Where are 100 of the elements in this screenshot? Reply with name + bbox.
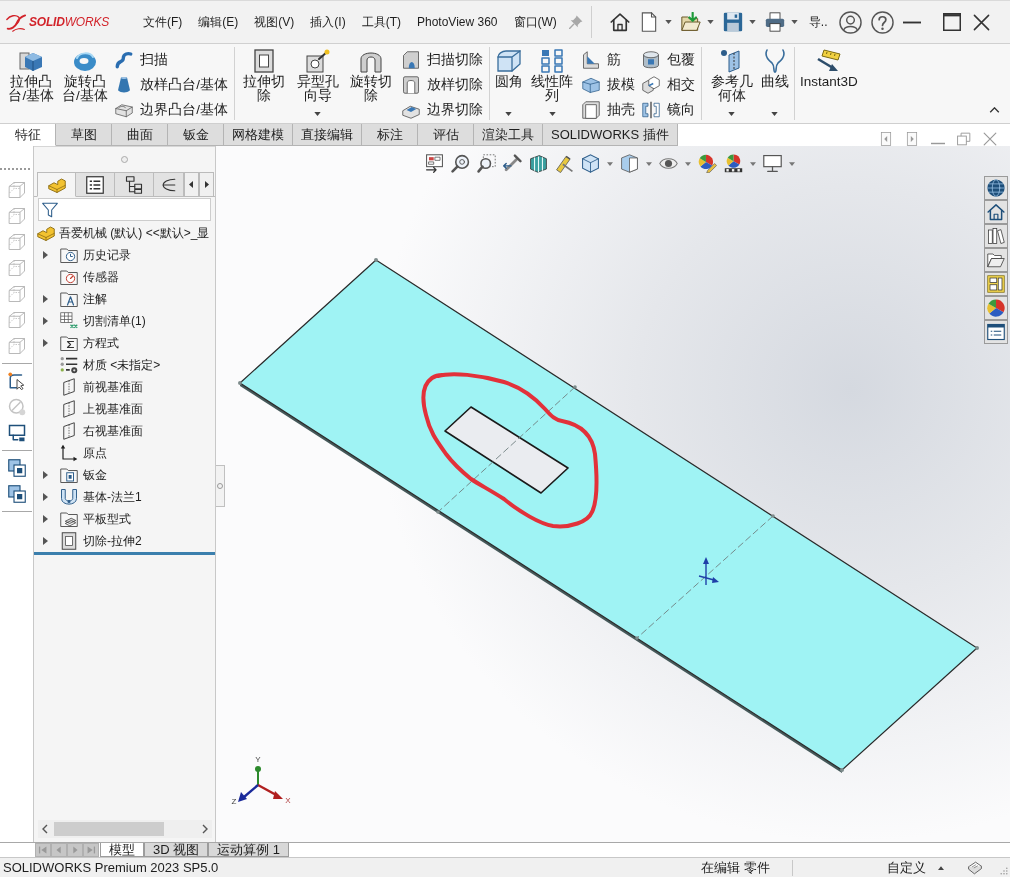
ribbon-button[interactable]: 旋转切除 [345,46,398,121]
dropdown-caret-icon[interactable] [505,112,513,116]
sketch-cursor-icon[interactable] [7,372,26,390]
open-folder-icon[interactable] [984,248,1008,272]
tree-item[interactable]: 传感器 [34,266,215,288]
expand-arrow-icon[interactable] [43,493,48,501]
striped-block-icon[interactable] [529,154,548,173]
ribbon-button[interactable]: 边界切除 [398,97,486,122]
close-icon[interactable] [973,13,990,31]
resize-grip-icon[interactable] [1000,867,1008,875]
tree-item[interactable]: 前视基准面 [34,376,215,398]
ribbon-button[interactable]: 边界凸台/基体 [112,97,231,122]
command-tab[interactable]: 网格建模 [224,124,293,146]
tree-item[interactable]: 方程式 [34,332,215,354]
tree-item[interactable]: 材质 <未指定> [34,354,215,376]
tree-item[interactable]: 注解 [34,288,215,310]
tree-item[interactable]: 平板型式 [34,508,215,530]
expand-arrow-icon[interactable] [43,317,48,325]
folder-arrow-icon[interactable] [680,12,701,32]
dropdown-caret-icon[interactable] [706,20,714,24]
globe-icon[interactable] [984,176,1008,200]
tree-item[interactable]: 切割清单(1) [34,310,215,332]
overflow-button[interactable]: 导.. [806,13,830,31]
splitter-handle[interactable] [216,465,225,507]
save-icon[interactable] [722,12,743,32]
ribbon-button[interactable]: 放样凸台/基体 [112,72,231,97]
window-arrow-icon[interactable] [425,154,444,173]
dropdown-caret-icon[interactable] [607,161,613,166]
expand-arrow-icon[interactable] [43,471,48,479]
tree-item[interactable]: 吾爱机械 (默认) <<默认>_显 [34,222,215,244]
maximize-icon[interactable] [943,13,961,31]
books-icon[interactable] [984,224,1008,248]
command-tab[interactable]: 标注 [362,124,418,146]
dropdown-caret-icon[interactable] [748,20,756,24]
magnifier-box-icon[interactable] [477,154,496,173]
list-window-icon[interactable] [984,320,1008,344]
monitor-icon[interactable] [763,154,782,173]
tree-item[interactable]: 上视基准面 [34,398,215,420]
ribbon-button[interactable]: 筋 [579,47,639,72]
home-icon[interactable] [984,200,1008,224]
minimize-icon[interactable] [903,20,921,24]
menu-item[interactable]: 编辑(E) [190,9,247,35]
ribbon-button[interactable]: 曲线 [758,46,791,121]
tile-left-icon[interactable] [879,132,893,146]
pencil-ruler-icon[interactable] [555,154,574,173]
grip-dot-icon[interactable] [121,156,128,163]
menu-item[interactable]: 文件(F) [135,9,191,35]
filter-field[interactable] [38,198,211,221]
shaded-cube-icon[interactable] [620,154,639,173]
ribbon-button[interactable]: 扫描切除 [398,47,486,72]
tilted-box-icon[interactable] [968,860,982,875]
expand-arrow-icon[interactable] [43,515,48,523]
ribbon-button[interactable]: 包覆 [639,47,699,72]
layout-grid-icon[interactable] [984,272,1008,296]
tile-right-icon[interactable] [905,132,919,146]
magnifier-icon[interactable] [451,154,470,173]
command-tab[interactable]: 草图 [56,124,112,146]
ribbon-button[interactable]: 扫描 [112,47,231,72]
tree-item[interactable]: 基体-法兰1 [34,486,215,508]
dropdown-caret-icon[interactable] [548,112,556,116]
menu-item[interactable]: 插入(I) [302,9,354,35]
user-icon[interactable] [838,10,862,34]
up-caret-icon[interactable] [938,865,944,870]
expand-arrow-icon[interactable] [43,251,48,259]
collapse-caret-icon[interactable] [989,107,1000,113]
stacked-squares-icon[interactable] [7,485,26,503]
view-tab[interactable]: 模型 [100,843,144,857]
panel-tab[interactable] [76,172,115,197]
dropdown-caret-icon[interactable] [728,112,736,116]
tree-item[interactable]: 右视基准面 [34,420,215,442]
menu-item[interactable]: 工具(T) [353,9,409,35]
command-tab[interactable]: 直接编辑 [293,124,362,146]
ribbon-button[interactable]: 镜向 [639,97,699,122]
home-icon[interactable] [609,12,630,32]
tree-item[interactable]: 原点 [34,442,215,464]
cube-outline-icon[interactable] [581,154,600,173]
ribbon-button[interactable]: 圆角 [492,46,525,121]
ribbon-button[interactable]: 拉伸切除 [237,46,291,121]
command-tab[interactable]: 曲面 [112,124,168,146]
tree-item[interactable]: 切除-拉伸2 [34,530,215,552]
dropdown-caret-icon[interactable] [685,161,691,166]
wand-arrow-icon[interactable] [503,154,522,173]
color-ball-pencil-icon[interactable] [698,154,717,173]
ribbon-button[interactable]: 旋转凸台/基体 [58,46,112,121]
menu-item[interactable]: 视图(V) [246,9,303,35]
ribbon-button[interactable]: 异型孔向导 [291,46,345,121]
scroll-left-icon[interactable] [184,172,199,197]
units-text[interactable]: 自定义 [887,858,926,877]
ribbon-button[interactable]: 线性阵列 [525,46,579,121]
stacked-squares-icon[interactable] [7,459,26,477]
ribbon-button[interactable]: 参考几何体 [705,46,758,121]
command-tab[interactable]: 渲染工具 [474,124,543,146]
expand-arrow-icon[interactable] [43,537,48,545]
menu-item[interactable]: 窗口(W) [505,9,565,35]
dropdown-caret-icon[interactable] [664,20,672,24]
panel-tab[interactable] [115,172,154,197]
scroll-right-icon[interactable] [202,824,208,834]
dropdown-caret-icon[interactable] [790,20,798,24]
scrollbar-thumb[interactable] [54,822,164,836]
ribbon-button[interactable]: 拉伸凸台/基体 [5,46,58,121]
